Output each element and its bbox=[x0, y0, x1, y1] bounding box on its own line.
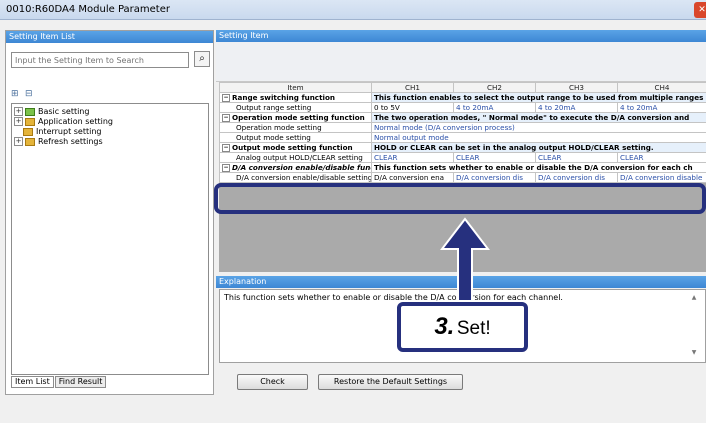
collapse-all-icon[interactable]: ⊟ bbox=[25, 89, 36, 100]
binoculars-icon: ⌕ bbox=[199, 53, 205, 64]
ch-value[interactable]: 4 to 20mA bbox=[617, 102, 706, 113]
window-title: 0010:R60DA4 Module Parameter bbox=[6, 4, 170, 15]
collapse-icon[interactable]: − bbox=[222, 113, 230, 122]
row-item: − Output mode setting function bbox=[219, 142, 372, 153]
table-row[interactable]: − Operation mode setting function The two… bbox=[219, 112, 706, 123]
tree-item-label: Interrupt setting bbox=[36, 127, 102, 136]
step-text: Set! bbox=[456, 318, 491, 339]
item-label: Output mode setting function bbox=[232, 142, 353, 152]
table-row[interactable]: Analog output HOLD/CLEAR setting CLEAR C… bbox=[219, 152, 706, 163]
row-item: − Operation mode setting function bbox=[219, 112, 372, 123]
folder-icon bbox=[25, 137, 35, 146]
search-button[interactable]: ⌕ bbox=[194, 51, 210, 67]
setting-toolbar bbox=[216, 42, 706, 82]
folder-icon bbox=[23, 127, 33, 136]
ch-value[interactable]: D/A conversion disable bbox=[617, 172, 706, 183]
ch-value[interactable]: D/A conversion dis bbox=[535, 172, 618, 183]
setting-item-list-pane: Setting Item List ⌕ ⊞⊟ + Basic setting + A… bbox=[5, 30, 214, 395]
step-number: 3. bbox=[434, 313, 455, 340]
collapse-icon[interactable]: − bbox=[222, 93, 230, 102]
column-header: CH4 bbox=[617, 82, 706, 93]
folder-icon bbox=[25, 107, 35, 116]
table-row[interactable]: Operation mode setting Normal mode (D/A … bbox=[219, 122, 706, 133]
restore-default-button[interactable]: Restore the Default Settings bbox=[318, 374, 463, 390]
row-description: The two operation modes, " Normal mode" … bbox=[371, 112, 706, 123]
tree-item-application-setting[interactable]: + Application setting bbox=[14, 117, 113, 127]
table-header-row: Item CH1 CH2 CH3 CH4 bbox=[219, 82, 706, 93]
parameter-table: Item CH1 CH2 CH3 CH4 − Range switching fu… bbox=[219, 82, 706, 183]
ch-value[interactable]: CLEAR bbox=[617, 152, 706, 163]
item-label: Operation mode setting function bbox=[232, 112, 365, 122]
ch-value[interactable]: D/A conversion ena bbox=[371, 172, 454, 183]
row-description: This function sets whether to enable or … bbox=[371, 162, 706, 173]
tab-find-result[interactable]: Find Result bbox=[54, 376, 107, 388]
search-input[interactable] bbox=[11, 52, 189, 68]
ch-value[interactable]: CLEAR bbox=[535, 152, 618, 163]
ch-value[interactable]: CLEAR bbox=[453, 152, 536, 163]
tree-item-label: Basic setting bbox=[38, 107, 90, 116]
table-row[interactable]: Output mode setting Normal output mode bbox=[219, 132, 706, 143]
scroll-up-icon[interactable]: ▲ bbox=[690, 294, 698, 302]
expand-all-icon[interactable]: ⊞ bbox=[11, 89, 22, 100]
ch-value[interactable]: CLEAR bbox=[371, 152, 454, 163]
row-value[interactable]: Normal mode (D/A conversion process) bbox=[371, 122, 706, 133]
tree-toolbar: ⊞ ⊟ bbox=[11, 89, 51, 101]
setting-tree: + Basic setting + Application setting Inte… bbox=[11, 103, 209, 375]
left-pane-tabs: Item List Find Result bbox=[11, 376, 107, 388]
tree-item-interrupt-setting[interactable]: Interrupt setting bbox=[14, 127, 102, 137]
row-item: Analog output HOLD/CLEAR setting bbox=[219, 152, 372, 163]
collapse-icon[interactable]: − bbox=[222, 143, 230, 152]
expand-icon[interactable]: + bbox=[14, 137, 23, 146]
tree-item-label: Refresh settings bbox=[38, 137, 103, 146]
item-label: Range switching function bbox=[232, 92, 336, 102]
setting-item-header: Setting Item bbox=[216, 30, 706, 42]
table-row[interactable]: − Output mode setting function HOLD or CL… bbox=[219, 142, 706, 153]
table-row[interactable]: D/A conversion enable/disable setting D/… bbox=[219, 172, 706, 183]
ch-value[interactable]: 4 to 20mA bbox=[453, 102, 536, 113]
row-item: Output mode setting bbox=[219, 132, 372, 143]
window-title-bar: 0010:R60DA4 Module Parameter ✕ bbox=[0, 0, 706, 20]
column-header: CH1 bbox=[371, 82, 454, 93]
column-header: CH2 bbox=[453, 82, 536, 93]
expand-icon[interactable]: + bbox=[14, 117, 23, 126]
row-description: This function enables to select the outp… bbox=[371, 92, 706, 103]
check-button[interactable]: Check bbox=[237, 374, 308, 390]
column-header: Item bbox=[219, 82, 372, 93]
column-header: CH3 bbox=[535, 82, 618, 93]
row-value[interactable]: Normal output mode bbox=[371, 132, 706, 143]
ch-value[interactable]: 0 to 5V bbox=[371, 102, 454, 113]
row-description: HOLD or CLEAR can be set in the analog o… bbox=[371, 142, 706, 153]
table-row[interactable]: −D/A conversion enable/disable function … bbox=[219, 162, 706, 173]
collapse-icon[interactable]: − bbox=[222, 163, 230, 172]
row-item: D/A conversion enable/disable setting bbox=[219, 172, 372, 183]
close-icon[interactable]: ✕ bbox=[694, 2, 706, 18]
setting-item-list-header: Setting Item List bbox=[6, 31, 213, 43]
tab-item-list[interactable]: Item List bbox=[11, 376, 54, 388]
row-item: Operation mode setting bbox=[219, 122, 372, 133]
expand-icon[interactable]: + bbox=[14, 107, 23, 116]
up-arrow-icon bbox=[440, 217, 490, 302]
tree-item-basic-setting[interactable]: + Basic setting bbox=[14, 107, 89, 117]
step-callout: 3. Set! bbox=[397, 302, 528, 352]
table-row[interactable]: − Range switching function This function … bbox=[219, 92, 706, 103]
tree-item-label: Application setting bbox=[38, 117, 113, 126]
scroll-down-icon[interactable]: ▼ bbox=[690, 349, 698, 357]
ch-value[interactable]: D/A conversion dis bbox=[453, 172, 536, 183]
ch-value[interactable]: 4 to 20mA bbox=[535, 102, 618, 113]
table-row[interactable]: Output range setting 0 to 5V 4 to 20mA 4… bbox=[219, 102, 706, 113]
row-item: Output range setting bbox=[219, 102, 372, 113]
item-label: D/A conversion enable/disable function bbox=[232, 162, 371, 172]
row-item: −D/A conversion enable/disable function bbox=[219, 162, 372, 173]
folder-icon bbox=[25, 117, 35, 126]
row-item: − Range switching function bbox=[219, 92, 372, 103]
tree-item-refresh-settings[interactable]: + Refresh settings bbox=[14, 137, 103, 147]
